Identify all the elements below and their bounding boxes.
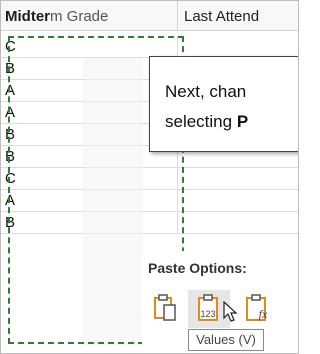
clipboard-icon <box>154 294 176 321</box>
callout-line-2-prefix: selecting <box>165 112 237 131</box>
callout-line-2-bold: P <box>236 112 249 131</box>
clipboard-fx-icon: fx <box>246 294 268 321</box>
formulas-badge: fx <box>259 307 268 321</box>
attendance-cell[interactable] <box>178 36 298 58</box>
attendance-cell[interactable] <box>178 212 298 234</box>
column-header-selected-text: Midter <box>5 8 50 25</box>
paste-formulas-button[interactable]: fx <box>239 290 281 328</box>
column-header-last-attendance[interactable]: Last Attend <box>178 1 298 31</box>
column-header-rest-text: m Grade <box>50 8 109 25</box>
callout-line-1: Next, chan <box>165 82 247 101</box>
attendance-cell[interactable] <box>178 168 298 190</box>
instruction-callout: Next, chan selecting P <box>149 56 298 152</box>
mouse-pointer-icon <box>223 301 238 322</box>
paste-button[interactable] <box>146 290 188 328</box>
values-tooltip: Values (V) <box>188 329 264 351</box>
paste-options-title: Paste Options: <box>148 260 247 276</box>
callout-line-2: selecting P <box>165 107 298 137</box>
spreadsheet-view: Midterm Grade Last Attend CBAABBCAB Next… <box>0 0 299 354</box>
values-badge: 123 <box>200 309 215 319</box>
attendance-cell[interactable] <box>178 190 298 212</box>
column-header-midterm-grade[interactable]: Midterm Grade <box>1 1 178 31</box>
